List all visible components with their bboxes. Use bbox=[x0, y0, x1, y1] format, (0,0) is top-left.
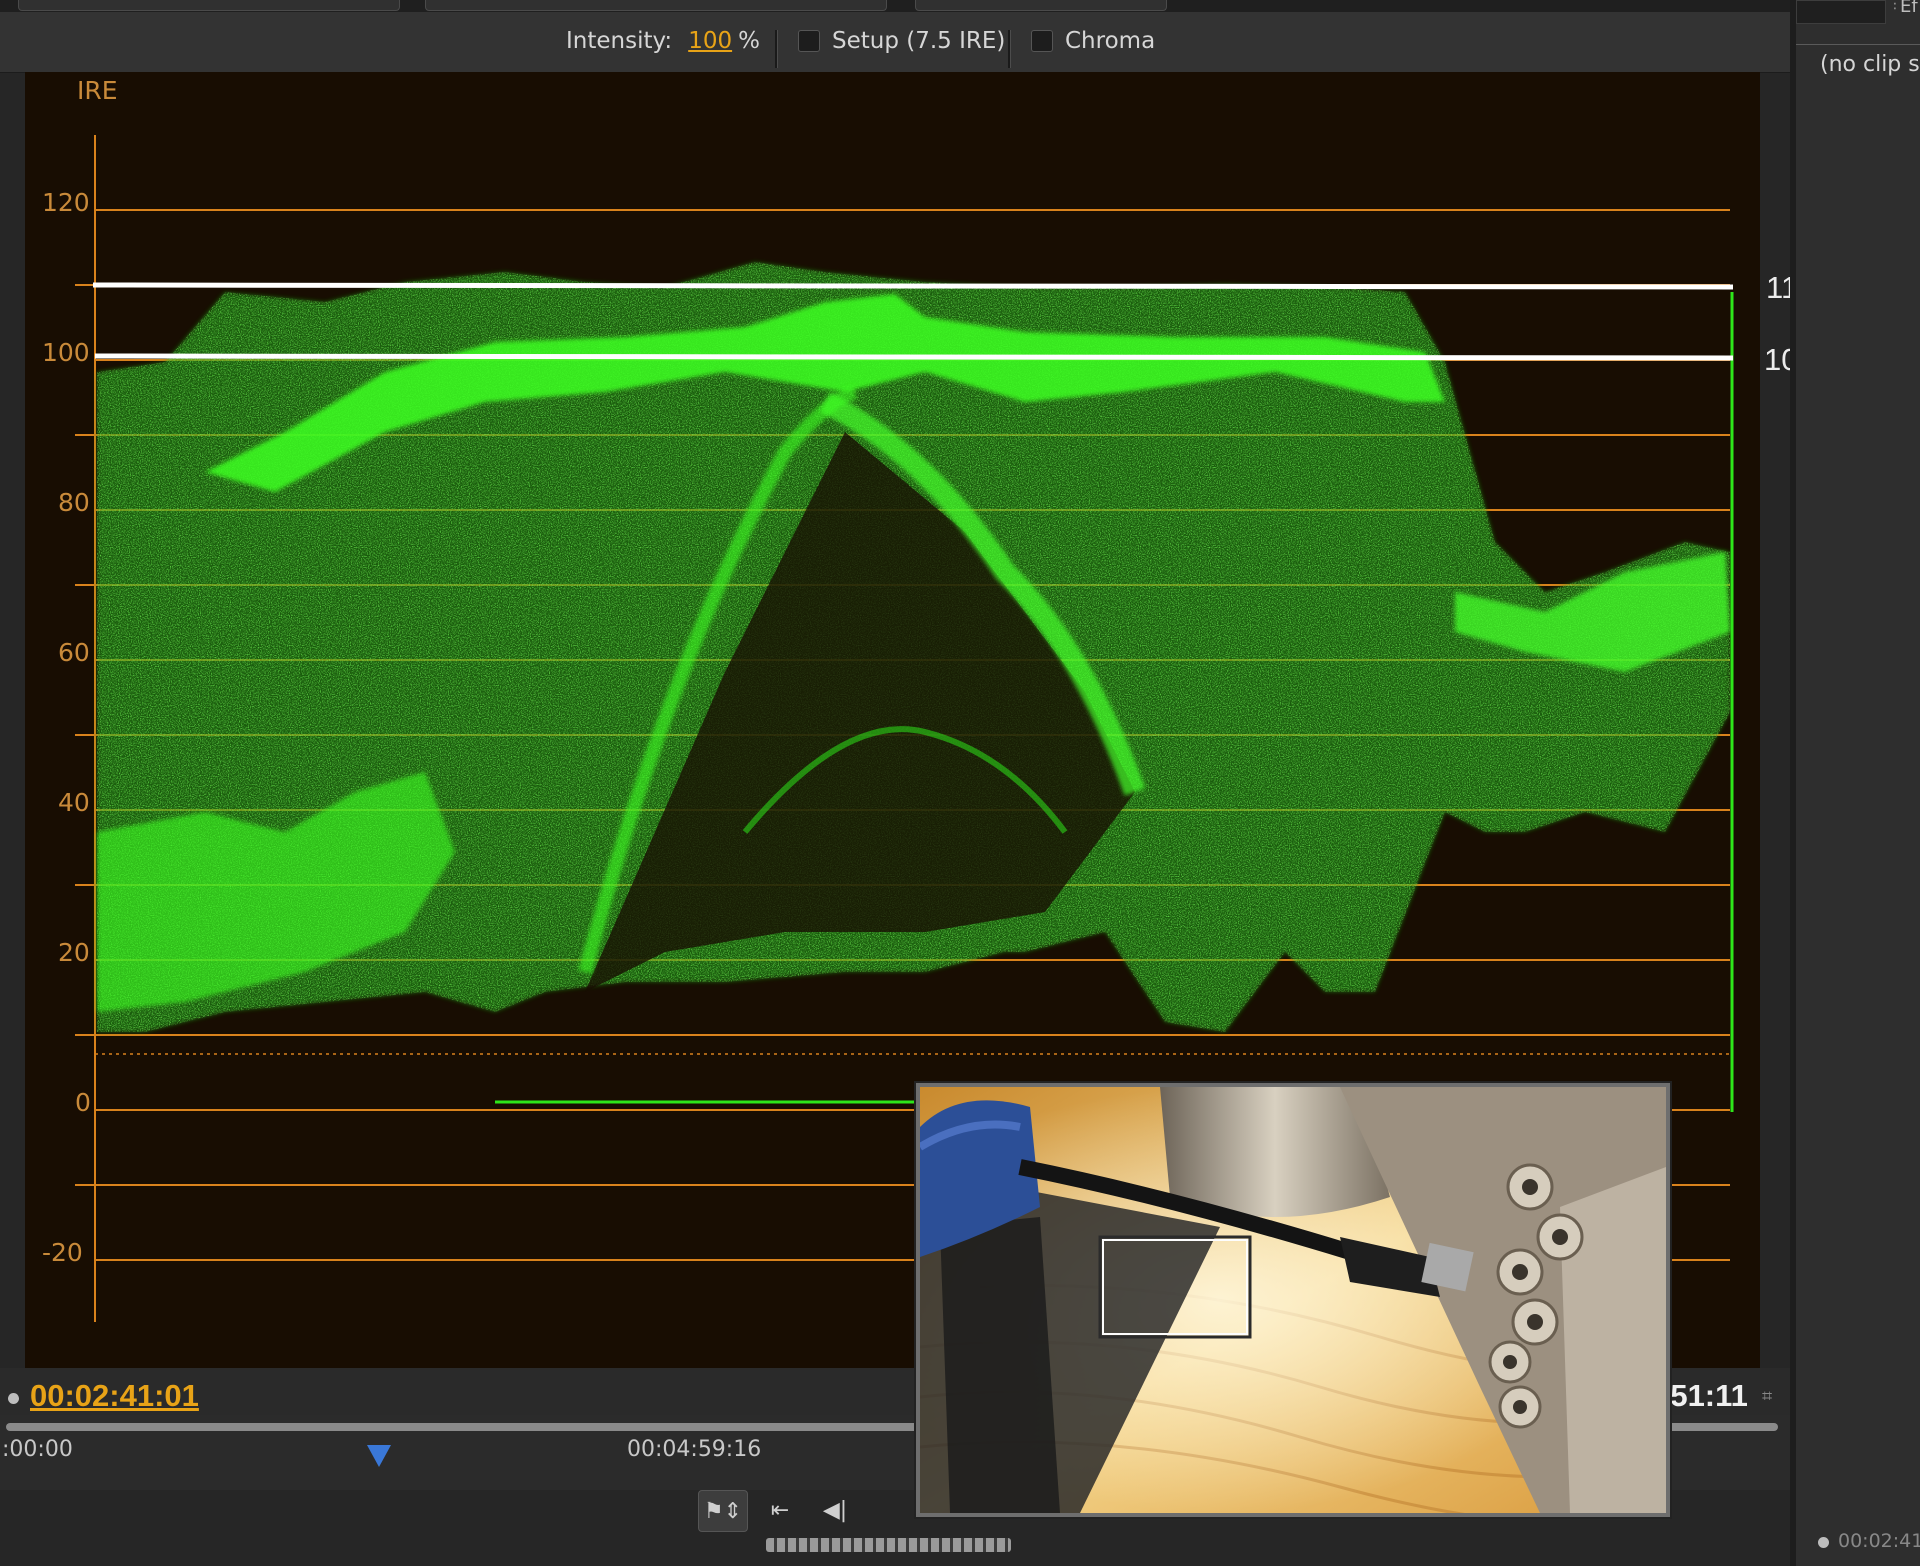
panel-title: Ef bbox=[1900, 0, 1918, 17]
ire-tick-120: 120 bbox=[42, 188, 90, 217]
ire-tick-100: 100 bbox=[42, 338, 90, 367]
chroma-checkbox[interactable] bbox=[1031, 30, 1053, 52]
ire-tick-0: 0 bbox=[75, 1088, 91, 1117]
marker-icon: ⚑⇕ bbox=[703, 1498, 743, 1524]
panel-divider bbox=[1796, 44, 1920, 45]
step-back-icon: ◀| bbox=[822, 1497, 848, 1523]
setup-checkbox-row[interactable]: Setup (7.5 IRE) bbox=[798, 26, 1005, 56]
effect-controls-panel: ⋮ Ef (no clip se 00:02:41 bbox=[1790, 0, 1920, 1566]
panel-tab-strip bbox=[0, 0, 1790, 12]
toolbar-separator bbox=[775, 30, 778, 68]
panel-timecode: 00:02:41 bbox=[1838, 1530, 1920, 1552]
ire-tick-40: 40 bbox=[58, 788, 90, 817]
marker-button[interactable]: ⚑⇕ bbox=[698, 1490, 748, 1532]
go-to-in-button[interactable]: ⇤ bbox=[760, 1490, 800, 1530]
source-thumbnail bbox=[916, 1083, 1670, 1517]
marker-dot-icon bbox=[8, 1393, 19, 1404]
chroma-checkbox-row[interactable]: Chroma bbox=[1031, 26, 1155, 56]
chroma-label: Chroma bbox=[1065, 28, 1156, 54]
setup-checkbox[interactable] bbox=[798, 30, 820, 52]
no-clip-selected-text: (no clip se bbox=[1820, 52, 1920, 77]
cable-connector-photo-icon bbox=[920, 1087, 1666, 1513]
ire-tick-20: 20 bbox=[58, 938, 90, 967]
settings-icon[interactable]: ⌗ bbox=[1762, 1386, 1772, 1407]
setup-label: Setup (7.5 IRE) bbox=[832, 28, 1006, 54]
ire-unit-label: IRE bbox=[77, 76, 118, 105]
intensity-value[interactable]: 100 bbox=[688, 28, 732, 54]
playhead-icon[interactable] bbox=[367, 1445, 391, 1467]
toolbar-separator bbox=[1008, 30, 1011, 68]
ire-tick-80: 80 bbox=[58, 488, 90, 517]
jog-shuttle[interactable] bbox=[766, 1538, 1011, 1552]
intensity-control: Intensity: 100 % bbox=[566, 26, 760, 56]
go-to-in-icon: ⇤ bbox=[770, 1497, 790, 1523]
intensity-label: Intensity: bbox=[566, 28, 673, 54]
current-timecode[interactable]: 00:02:41:01 bbox=[30, 1378, 199, 1414]
intensity-unit: % bbox=[738, 28, 760, 54]
ire-tick-60: 60 bbox=[58, 638, 90, 667]
duration-timecode: :51:11 bbox=[1660, 1378, 1748, 1413]
panel-tab[interactable] bbox=[1796, 0, 1886, 24]
panel-tab[interactable] bbox=[425, 0, 887, 11]
marker-dot-icon bbox=[1818, 1537, 1829, 1548]
ire-tick-minus-20: -20 bbox=[42, 1238, 83, 1267]
ruler-start-label: :00:00 bbox=[2, 1437, 73, 1462]
panel-tab[interactable] bbox=[18, 0, 400, 11]
ruler-mid-label: 00:04:59:16 bbox=[627, 1437, 762, 1462]
scope-toolbar: Intensity: 100 % Setup (7.5 IRE) Chroma bbox=[0, 12, 1790, 73]
panel-tab[interactable] bbox=[915, 0, 1167, 11]
waveform-monitor-window: Intensity: 100 % Setup (7.5 IRE) Chroma bbox=[0, 0, 1920, 1566]
luma-waveform bbox=[97, 262, 1734, 1112]
step-back-button[interactable]: ◀| bbox=[815, 1490, 855, 1530]
